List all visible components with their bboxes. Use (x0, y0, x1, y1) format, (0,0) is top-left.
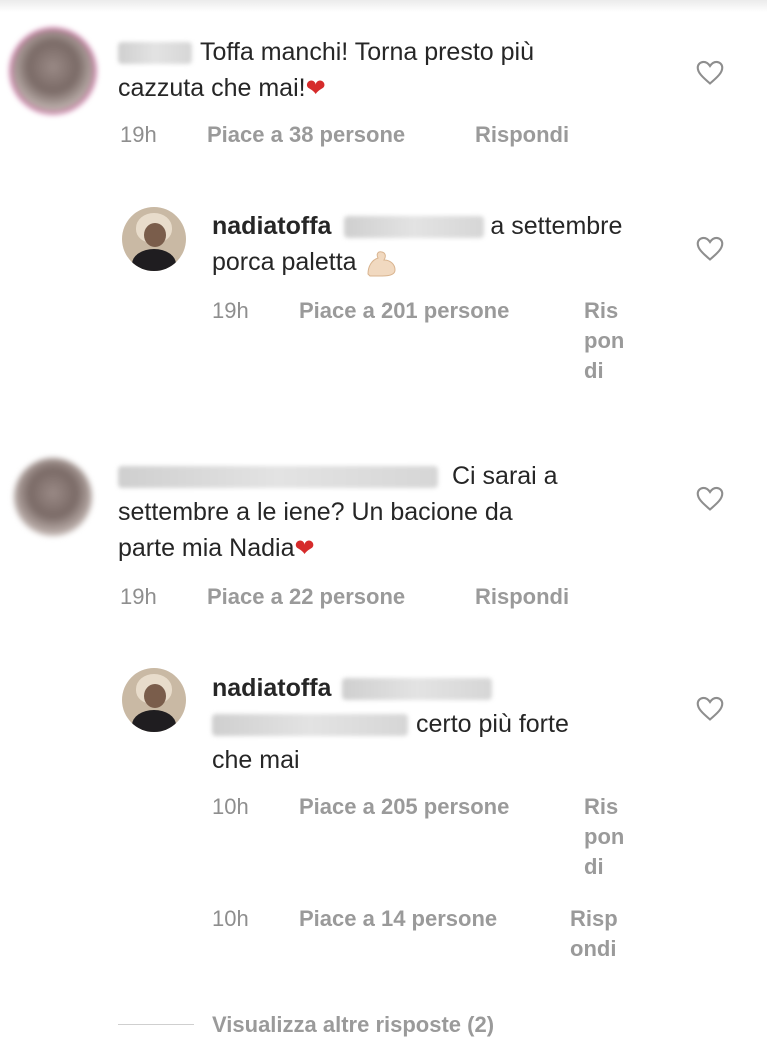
comment-time: 19h (120, 122, 157, 147)
likes-count[interactable]: Piace a 38 persone (207, 120, 405, 150)
reply-username[interactable]: nadiatoffa (212, 212, 331, 240)
top-edge (0, 0, 767, 12)
reply-text: nadiatoffa a settembre porca paletta (212, 208, 662, 280)
commenter-avatar[interactable] (14, 458, 92, 536)
nadiatoffa-avatar[interactable] (122, 207, 186, 271)
redacted-mention (344, 216, 485, 239)
reply-time: 10h (212, 906, 249, 931)
likes-count[interactable]: Piace a 201 persone (299, 296, 509, 326)
commenter-avatar[interactable] (12, 30, 94, 112)
comment-text: Ci sarai a settembre a le iene? Un bacio… (118, 462, 558, 562)
nadiatoffa-avatar[interactable] (122, 668, 186, 732)
redacted-mention (212, 714, 408, 737)
reply-button[interactable]: Rispondi (475, 582, 569, 612)
like-heart-icon[interactable] (696, 696, 724, 722)
redacted-username (118, 466, 438, 489)
view-more-divider (118, 1024, 194, 1025)
reply-button[interactable]: Risp ondi (570, 904, 640, 964)
likes-count[interactable]: Piace a 14 persone (299, 904, 497, 934)
redacted-username (118, 42, 192, 65)
comment-text: Toffa manchi! Torna presto più cazzuta c… (118, 38, 534, 102)
view-more-replies-link[interactable]: Visualizza altre risposte (2) (212, 1010, 494, 1040)
heart-emoji: ❤ (305, 75, 326, 102)
reply-button[interactable]: Ris pon di (584, 792, 644, 882)
likes-count[interactable]: Piace a 205 persone (299, 792, 509, 822)
comment-time: 19h (120, 584, 157, 609)
reply-button[interactable]: Ris pon di (584, 296, 644, 386)
heart-emoji: ❤ (294, 535, 315, 562)
redacted-mention (342, 678, 493, 701)
reply-time: 10h (212, 794, 249, 819)
reply-button[interactable]: Rispondi (475, 120, 569, 150)
flexed-biceps-emoji (366, 251, 396, 277)
like-heart-icon[interactable] (696, 236, 724, 262)
reply-text: nadiatoffa certo più forte che mai (212, 674, 569, 774)
like-heart-icon[interactable] (696, 60, 724, 86)
like-heart-icon[interactable] (696, 486, 724, 512)
reply-username[interactable]: nadiatoffa (212, 674, 331, 702)
reply-time: 19h (212, 298, 249, 323)
likes-count[interactable]: Piace a 22 persone (207, 582, 405, 612)
